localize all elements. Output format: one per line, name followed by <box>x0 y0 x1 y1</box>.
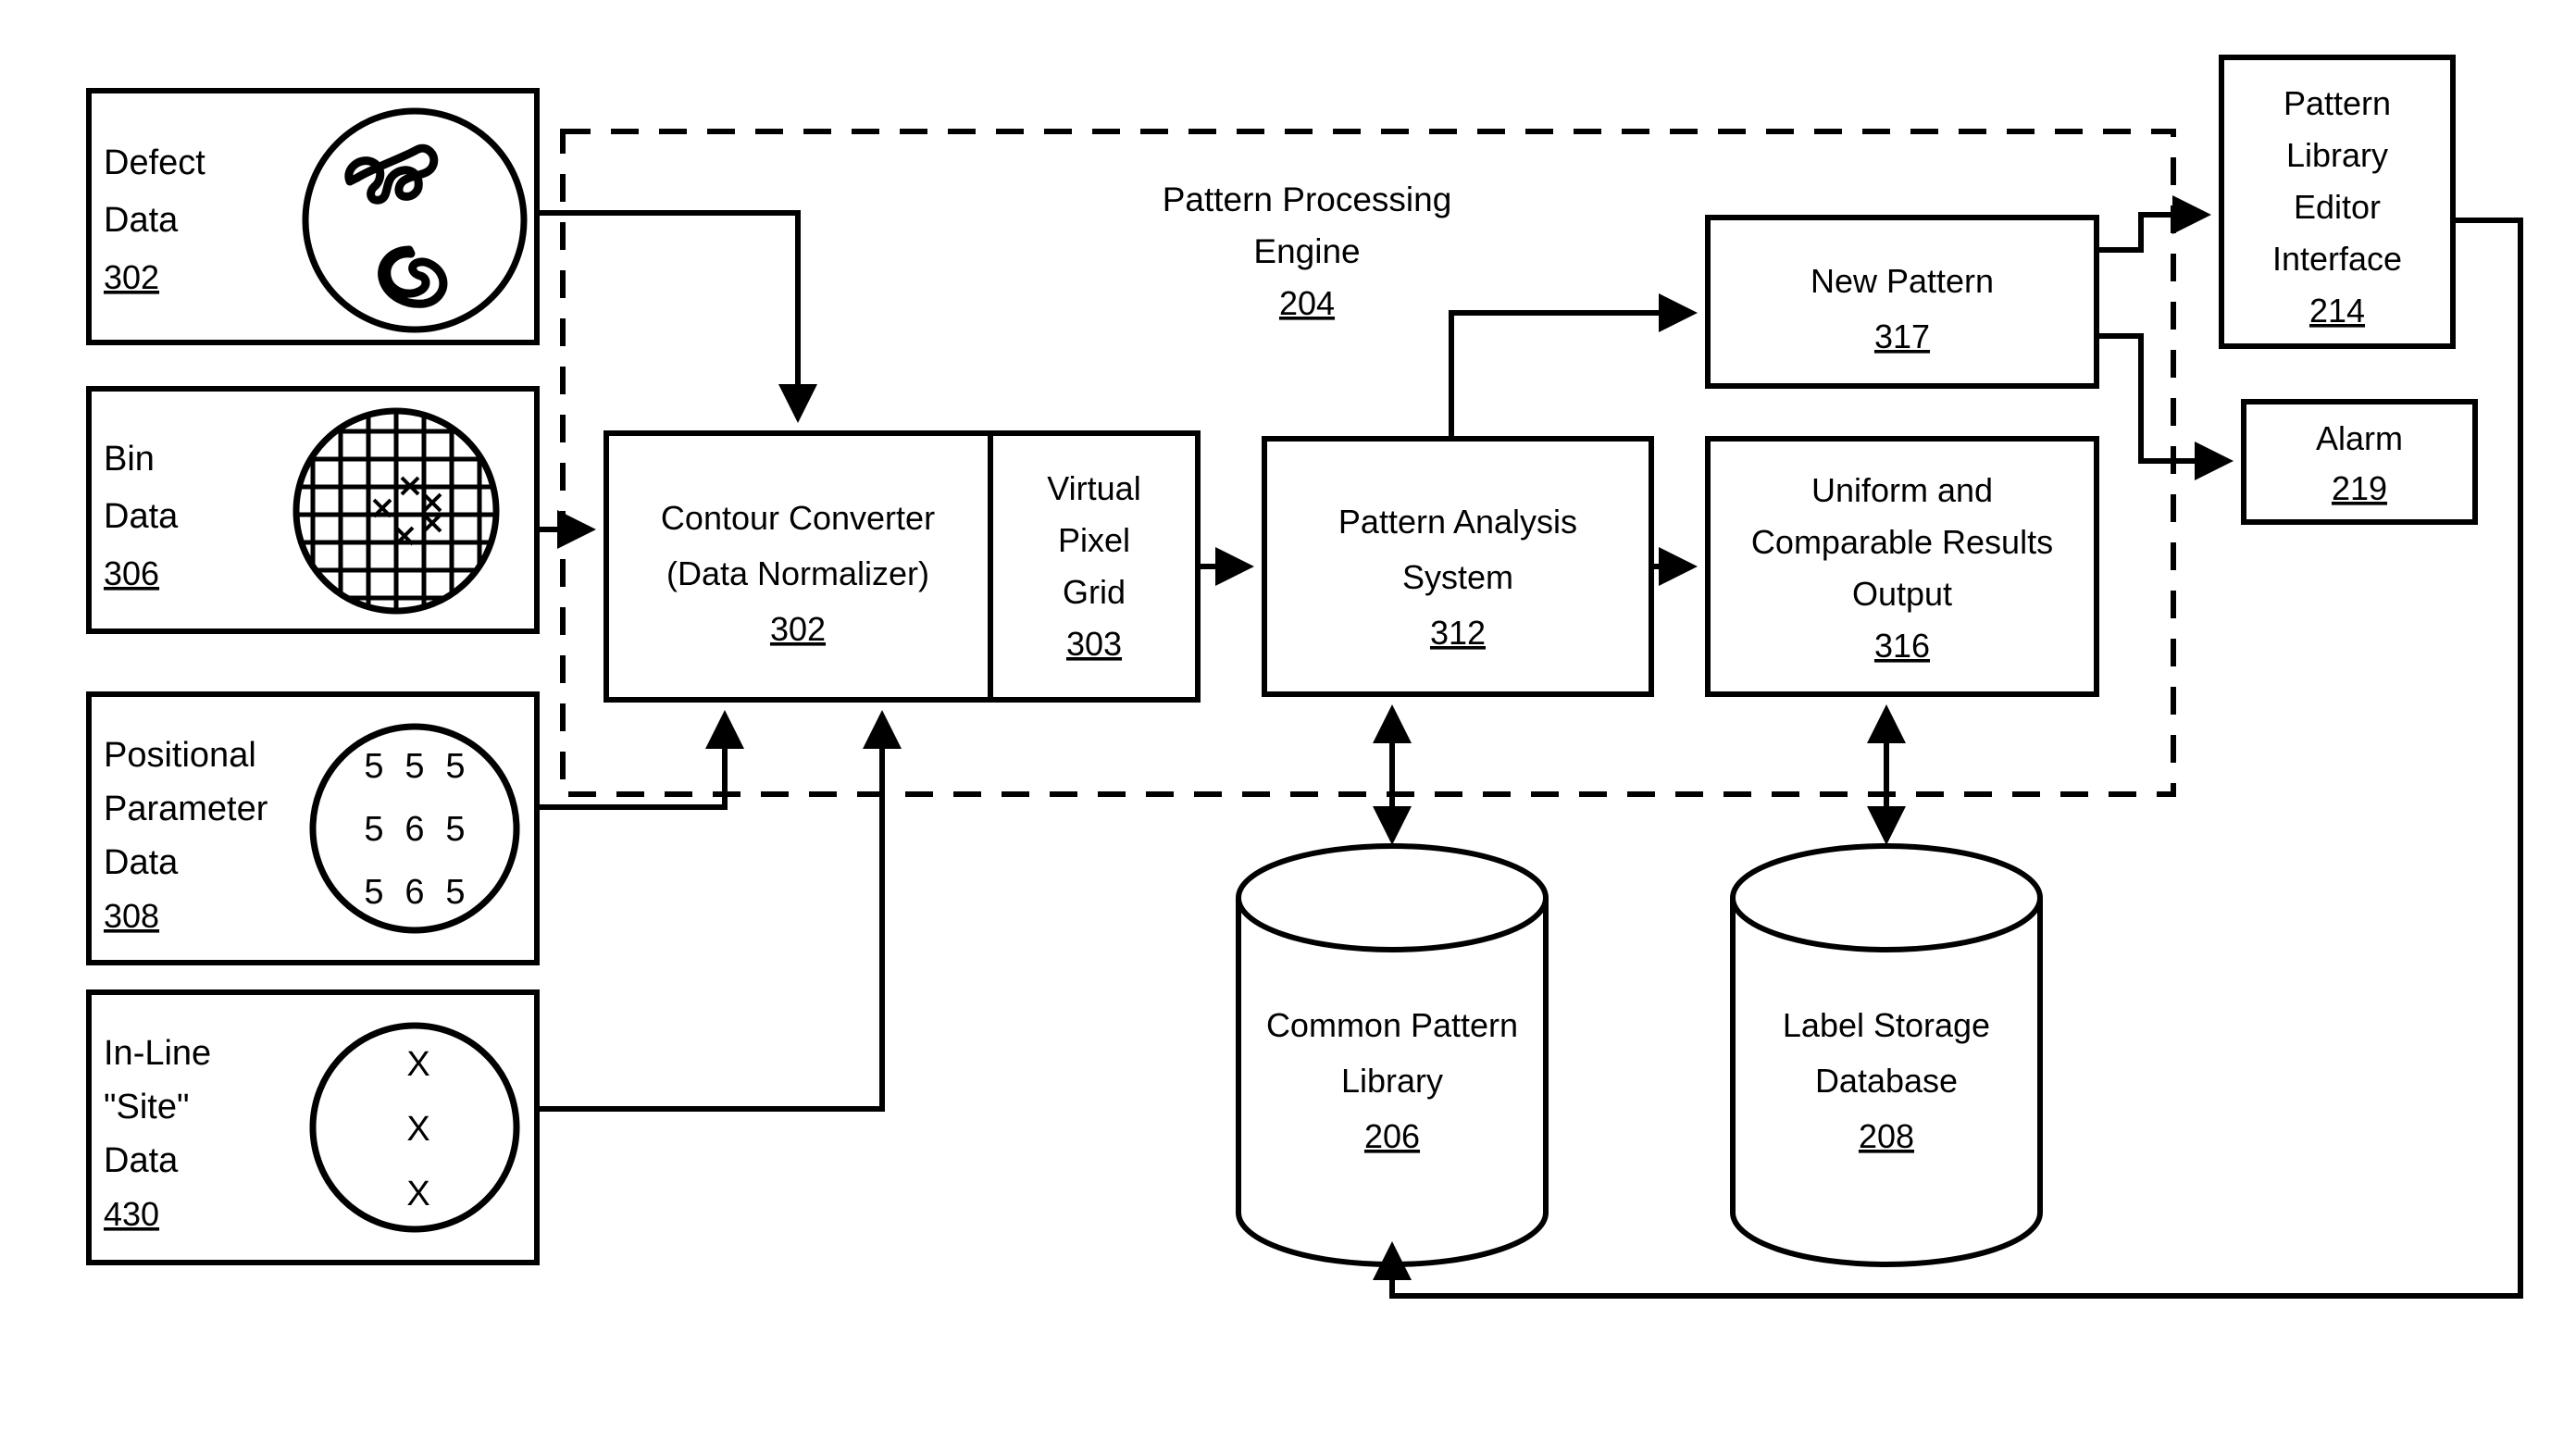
uniform-results-line2: Comparable Results <box>1751 523 2053 561</box>
pattern-processing-engine-diagram: Pattern Processing Engine 204 Defect Dat… <box>86 55 2523 1299</box>
site-mark-0: X <box>406 1045 429 1084</box>
new-pattern-block: New Pattern 317 <box>1705 215 2099 389</box>
defect-data-ref: 302 <box>104 258 159 296</box>
pattern-library-editor-line4: Interface <box>2272 240 2402 278</box>
engine-ref-number: 204 <box>1279 284 1335 322</box>
positional-value-r2c0: 5 <box>364 873 383 912</box>
wire-new-pattern-to-alarm <box>2097 333 2234 480</box>
virtual-pixel-grid-ref: 303 <box>1066 625 1122 663</box>
engine-label-line1: Pattern Processing <box>1163 180 1452 218</box>
defect-data-line1: Defect <box>104 143 205 182</box>
bin-data-line2: Data <box>104 497 179 536</box>
label-storage-database-ref: 208 <box>1859 1117 1914 1155</box>
positional-data-line3: Data <box>104 843 179 882</box>
wire-defect-to-contour <box>537 210 817 423</box>
pattern-library-editor-line3: Editor <box>2294 188 2381 226</box>
positional-value-r2c1: 6 <box>404 873 424 912</box>
positional-value-r0c1: 5 <box>404 747 424 786</box>
positional-value-r1c2: 5 <box>445 810 465 849</box>
label-storage-database-db: Label Storage Database 208 <box>1730 843 2043 1267</box>
label-storage-database-line1: Label Storage <box>1783 1006 1990 1044</box>
virtual-pixel-grid-line2: Pixel <box>1058 521 1130 559</box>
pattern-library-editor-line2: Library <box>2286 136 2388 174</box>
wire-pattern-analysis-to-new-pattern <box>1449 293 1698 439</box>
site-mark-1: X <box>406 1110 429 1149</box>
common-pattern-library-ref: 206 <box>1364 1117 1420 1155</box>
positional-data-ref: 308 <box>104 897 159 935</box>
figure-canvas: Pattern Processing Engine 204 Defect Dat… <box>0 0 2551 1456</box>
positional-parameter-data-block: Positional Parameter Data 308 5 5 5 5 6 … <box>86 691 540 965</box>
label-storage-database-line2: Database <box>1815 1062 1958 1100</box>
virtual-pixel-grid-block: Virtual Pixel Grid 303 <box>988 430 1201 703</box>
new-pattern-box <box>1705 215 2099 389</box>
wafer-with-defect-blobs-icon <box>302 107 528 333</box>
uniform-results-block: Uniform and Comparable Results Output 31… <box>1705 436 2099 697</box>
in-line-site-data-block: In-Line "Site" Data 430 X X X <box>86 989 540 1265</box>
common-pattern-library-db: Common Pattern Library 206 <box>1236 843 1549 1267</box>
pattern-analysis-ref: 312 <box>1430 614 1486 652</box>
site-mark-2: X <box>406 1175 429 1213</box>
virtual-pixel-grid-line1: Virtual <box>1047 469 1140 507</box>
in-line-site-line2: "Site" <box>104 1088 189 1126</box>
positional-data-line2: Parameter <box>104 790 268 828</box>
positional-value-r0c2: 5 <box>445 747 465 786</box>
wafer-with-x-marks-icon: X X X <box>309 1022 520 1233</box>
bin-data-block: Bin Data 306 <box>86 386 540 634</box>
contour-converter-line2: (Data Normalizer) <box>666 554 929 592</box>
pattern-analysis-system-block: Pattern Analysis System 312 <box>1262 436 1654 697</box>
bin-data-line1: Bin <box>104 440 155 479</box>
alarm-line1: Alarm <box>2316 419 2403 457</box>
engine-label-line2: Engine <box>1253 232 1360 270</box>
positional-value-r1c1: 6 <box>404 810 424 849</box>
uniform-results-line1: Uniform and <box>1811 471 1993 509</box>
new-pattern-line1: New Pattern <box>1811 262 1994 300</box>
pattern-library-editor-line1: Pattern <box>2283 84 2391 122</box>
wafer-with-numbers-icon: 5 5 5 5 6 5 5 6 5 <box>309 723 520 934</box>
defect-data-line2: Data <box>104 201 179 240</box>
contour-converter-block: Contour Converter (Data Normalizer) 302 <box>604 430 993 703</box>
pattern-analysis-line2: System <box>1402 558 1513 596</box>
contour-converter-ref: 302 <box>770 610 826 648</box>
common-pattern-library-line2: Library <box>1341 1062 1443 1100</box>
common-pattern-library-line1: Common Pattern <box>1266 1006 1518 1044</box>
pattern-library-editor-ref: 214 <box>2309 292 2365 330</box>
contour-converter-line1: Contour Converter <box>661 499 935 537</box>
in-line-site-line1: In-Line <box>104 1034 211 1073</box>
wafer-with-bin-grid-icon <box>292 407 500 615</box>
wire-site-to-contour <box>537 710 902 1112</box>
in-line-site-line3: Data <box>104 1141 179 1180</box>
positional-data-line1: Positional <box>104 736 256 775</box>
pattern-analysis-line1: Pattern Analysis <box>1338 503 1577 541</box>
positional-value-r0c0: 5 <box>364 747 383 786</box>
uniform-results-line3: Output <box>1852 575 1952 613</box>
pattern-library-editor-block: Pattern Library Editor Interface 214 <box>2219 55 2456 349</box>
defect-data-block: Defect Data 302 <box>86 88 540 345</box>
uniform-results-ref: 316 <box>1874 627 1930 665</box>
new-pattern-ref: 317 <box>1874 317 1930 355</box>
positional-value-r1c0: 5 <box>364 810 383 849</box>
alarm-ref: 219 <box>2332 469 2387 507</box>
positional-value-r2c2: 5 <box>445 873 465 912</box>
alarm-block: Alarm 219 <box>2241 399 2478 525</box>
virtual-pixel-grid-line3: Grid <box>1063 573 1126 611</box>
wire-new-pattern-to-library-editor <box>2097 195 2211 253</box>
bin-data-ref: 306 <box>104 554 159 592</box>
in-line-site-ref: 430 <box>104 1195 159 1233</box>
